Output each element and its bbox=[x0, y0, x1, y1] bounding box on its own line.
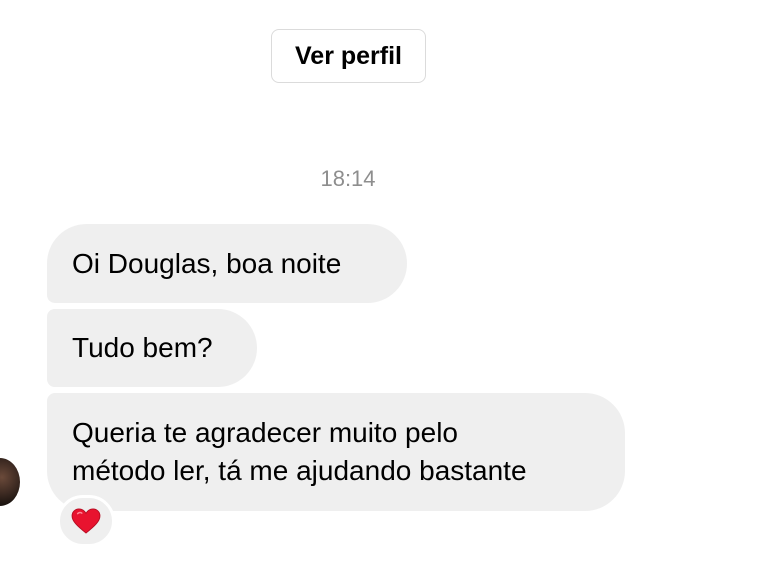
message-bubble[interactable]: Queria te agradecer muito pelo método le… bbox=[47, 393, 625, 511]
message-text: Queria te agradecer muito pelo método le… bbox=[72, 414, 527, 490]
message-timestamp: 18:14 bbox=[320, 166, 376, 191]
message-bubble[interactable]: Tudo bem? bbox=[47, 309, 257, 387]
message-text: Tudo bem? bbox=[72, 332, 213, 363]
message-bubble[interactable]: Oi Douglas, boa noite bbox=[47, 224, 407, 303]
message-text-line: método ler, tá me ajudando bastante bbox=[72, 455, 527, 486]
heart-icon bbox=[71, 508, 101, 534]
view-profile-button[interactable]: Ver perfil bbox=[271, 29, 426, 83]
reaction-badge[interactable] bbox=[57, 495, 115, 547]
message-text: Oi Douglas, boa noite bbox=[72, 247, 342, 279]
avatar[interactable] bbox=[0, 456, 22, 508]
message-text-line: Queria te agradecer muito pelo bbox=[72, 417, 458, 448]
